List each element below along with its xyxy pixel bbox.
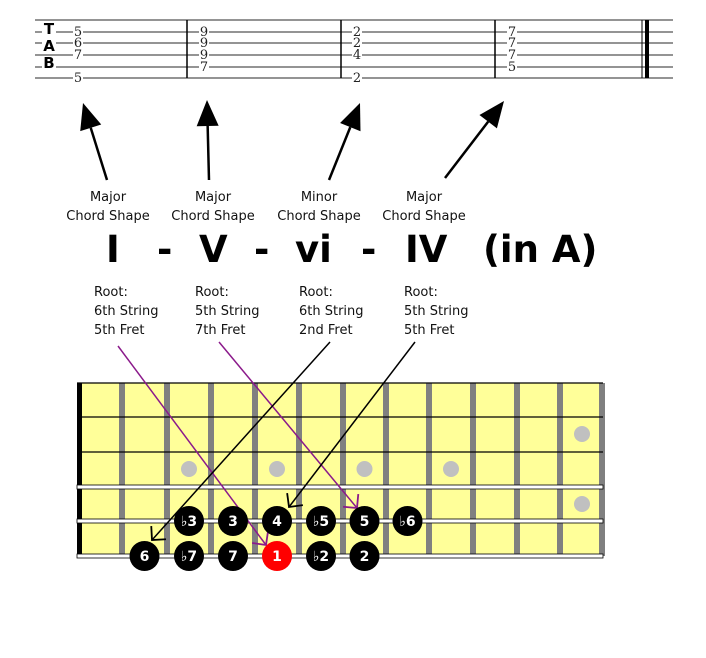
arrow-shaft (206, 125, 211, 181)
root-label-1-string: 6th String (94, 304, 159, 319)
shape-label-4-type: Major (405, 190, 443, 205)
root-label-3-string: 6th String (299, 304, 364, 319)
shape-label-1-type: Major (89, 190, 127, 205)
arrow-head-icon (479, 101, 504, 129)
root-label-3-fret: 2nd Fret (299, 323, 353, 338)
shape-label-2-text: Chord Shape (171, 209, 255, 224)
chord-4: IV (405, 228, 448, 271)
arrow-head-icon (340, 103, 361, 132)
root-label-1-heading: Root: (94, 285, 128, 300)
shape-arrow-1 (80, 103, 109, 181)
root-label-4-fret: 5th Fret (404, 323, 455, 338)
root-label-2-fret: 7th Fret (195, 323, 246, 338)
tab-fret-number: 5 (508, 60, 516, 75)
tab-fret-number: 7 (74, 48, 82, 63)
shape-arrow-2 (196, 100, 219, 181)
root-label-4: Root: 5th String 5th Fret (404, 283, 469, 340)
root-label-2: Root: 5th String 7th Fret (195, 283, 260, 340)
separator-1: - (157, 228, 173, 271)
chord-1: I (106, 228, 120, 271)
arrow-shaft (327, 126, 352, 181)
arrow-head-icon (80, 103, 102, 132)
diagram: TAB5675999722427775 ♭3 3 4 ♭5 5 ♭6 6 ♭7 7 1 ♭2 2 Ma… (0, 0, 706, 643)
shape-label-2: Major Chord Shape (163, 188, 263, 226)
separator-2: - (254, 228, 270, 271)
arrow-shaft (89, 127, 109, 181)
shape-arrows (80, 100, 504, 181)
tablature: TAB5675999722427775 (35, 19, 673, 86)
tab-clef-letter: T (44, 20, 55, 38)
shape-label-1-text: Chord Shape (66, 209, 150, 224)
tab-clef-letter: A (43, 37, 55, 55)
root-label-1-fret: 5th Fret (94, 323, 145, 338)
tab-fret-number: 7 (200, 60, 208, 75)
tab-clef-letter: B (43, 54, 54, 72)
root-label-4-string: 5th String (404, 304, 469, 319)
root-label-4-heading: Root: (404, 285, 438, 300)
separator-3: - (361, 228, 377, 271)
shape-label-3-type: Minor (300, 190, 338, 205)
chord-3: vi (295, 228, 332, 271)
shape-label-1: Major Chord Shape (58, 188, 158, 226)
shape-label-4: Major Chord Shape (374, 188, 474, 226)
shape-label-4-text: Chord Shape (382, 209, 466, 224)
arrow-head-icon (196, 100, 219, 127)
shape-label-3-text: Chord Shape (277, 209, 361, 224)
root-label-2-string: 5th String (195, 304, 260, 319)
arrow-shaft (444, 120, 490, 179)
tab-fret-number: 2 (353, 71, 361, 86)
root-label-2-heading: Root: (195, 285, 229, 300)
chord-2: V (199, 228, 228, 271)
tab-fret-number: 4 (353, 48, 361, 63)
key-note: (in A) (483, 228, 598, 271)
root-label-1: Root: 6th String 5th Fret (94, 283, 159, 340)
root-label-3: Root: 6th String 2nd Fret (299, 283, 364, 340)
shape-arrow-4 (444, 101, 504, 179)
shape-label-3: Minor Chord Shape (269, 188, 369, 226)
shape-label-2-type: Major (194, 190, 232, 205)
tab-final-barline-thick (645, 20, 649, 78)
shape-arrow-3 (327, 103, 361, 181)
root-label-3-heading: Root: (299, 285, 333, 300)
tab-fret-number: 5 (74, 71, 82, 86)
